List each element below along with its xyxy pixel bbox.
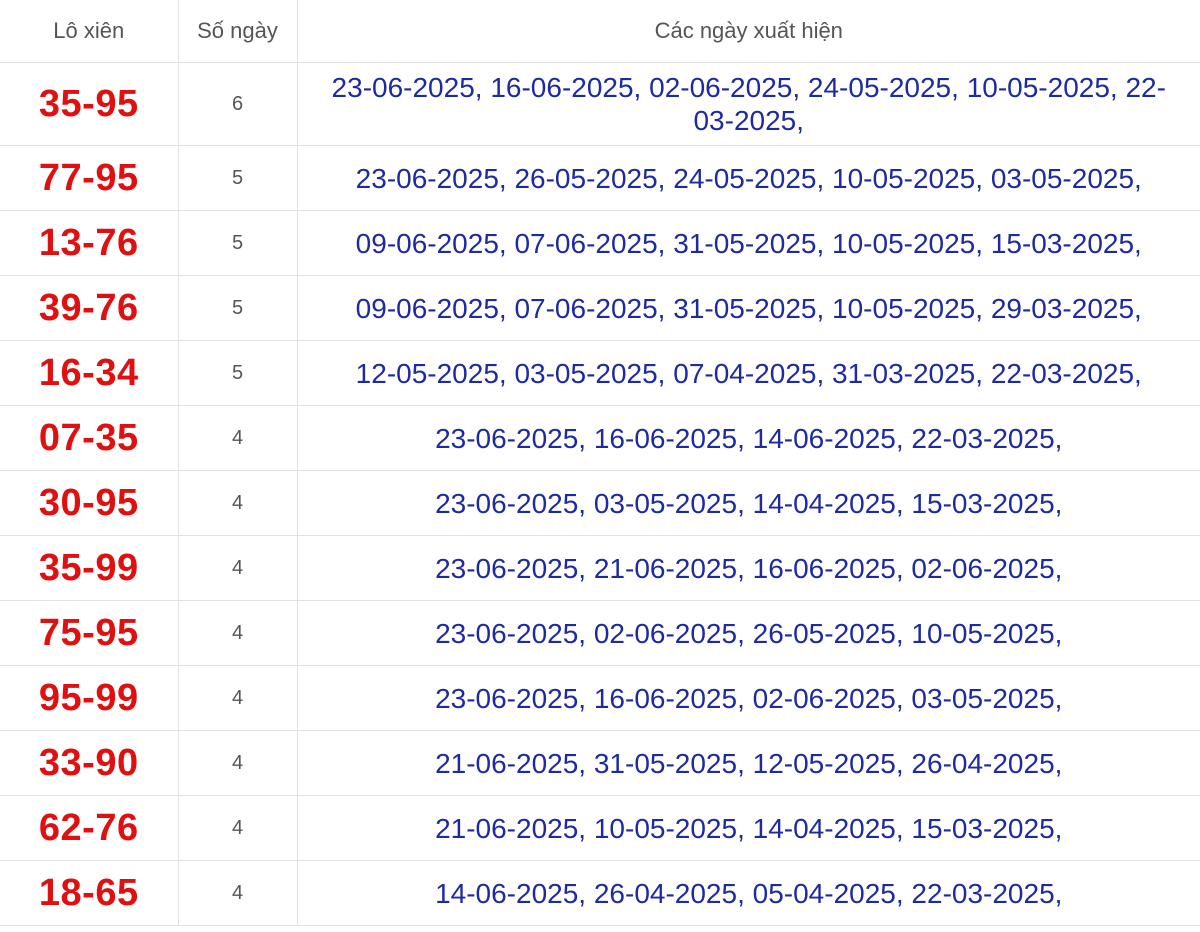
dates-value: 23-06-2025, 16-06-2025, 02-06-2025, 03-0…: [297, 665, 1200, 731]
pair-value: 07-35: [0, 405, 179, 471]
header-count: Số ngày: [178, 0, 298, 63]
dates-value: 21-06-2025, 31-05-2025, 12-05-2025, 26-0…: [297, 730, 1200, 796]
table-row: 07-35 4 23-06-2025, 16-06-2025, 14-06-20…: [0, 405, 1200, 471]
dates-value: 23-06-2025, 26-05-2025, 24-05-2025, 10-0…: [297, 145, 1200, 211]
header-dates: Các ngày xuất hiện: [297, 0, 1200, 63]
pair-value: 35-99: [0, 535, 179, 601]
pair-value: 18-65: [0, 860, 179, 926]
table-row: 16-34 5 12-05-2025, 03-05-2025, 07-04-20…: [0, 340, 1200, 406]
table-row: 77-95 5 23-06-2025, 26-05-2025, 24-05-20…: [0, 145, 1200, 211]
pair-value: 77-95: [0, 145, 179, 211]
pair-value: 16-34: [0, 340, 179, 406]
table-row: 13-76 5 09-06-2025, 07-06-2025, 31-05-20…: [0, 210, 1200, 276]
pair-value: 39-76: [0, 275, 179, 341]
count-value: 5: [178, 210, 298, 276]
table-row: 35-99 4 23-06-2025, 21-06-2025, 16-06-20…: [0, 535, 1200, 601]
dates-value: 23-06-2025, 21-06-2025, 16-06-2025, 02-0…: [297, 535, 1200, 601]
pair-value: 33-90: [0, 730, 179, 796]
dates-value: 09-06-2025, 07-06-2025, 31-05-2025, 10-0…: [297, 210, 1200, 276]
pair-value: 75-95: [0, 600, 179, 666]
count-value: 4: [178, 470, 298, 536]
header-pair: Lô xiên: [0, 0, 179, 63]
dates-value: 23-06-2025, 02-06-2025, 26-05-2025, 10-0…: [297, 600, 1200, 666]
count-value: 4: [178, 795, 298, 861]
lo-xien-table: Lô xiên Số ngày Các ngày xuất hiện 35-95…: [0, 0, 1200, 926]
count-value: 4: [178, 860, 298, 926]
table-row: 39-76 5 09-06-2025, 07-06-2025, 31-05-20…: [0, 275, 1200, 341]
pair-value: 13-76: [0, 210, 179, 276]
count-value: 4: [178, 405, 298, 471]
dates-value: 23-06-2025, 03-05-2025, 14-04-2025, 15-0…: [297, 470, 1200, 536]
dates-value: 12-05-2025, 03-05-2025, 07-04-2025, 31-0…: [297, 340, 1200, 406]
table-row: 30-95 4 23-06-2025, 03-05-2025, 14-04-20…: [0, 470, 1200, 536]
dates-value: 23-06-2025, 16-06-2025, 02-06-2025, 24-0…: [297, 62, 1200, 146]
pair-value: 35-95: [0, 62, 179, 146]
count-value: 5: [178, 275, 298, 341]
dates-value: 23-06-2025, 16-06-2025, 14-06-2025, 22-0…: [297, 405, 1200, 471]
count-value: 4: [178, 600, 298, 666]
dates-value: 21-06-2025, 10-05-2025, 14-04-2025, 15-0…: [297, 795, 1200, 861]
dates-value: 09-06-2025, 07-06-2025, 31-05-2025, 10-0…: [297, 275, 1200, 341]
table-row: 35-95 6 23-06-2025, 16-06-2025, 02-06-20…: [0, 62, 1200, 146]
count-value: 5: [178, 145, 298, 211]
count-value: 4: [178, 665, 298, 731]
pair-value: 62-76: [0, 795, 179, 861]
table-row: 62-76 4 21-06-2025, 10-05-2025, 14-04-20…: [0, 795, 1200, 861]
dates-value: 14-06-2025, 26-04-2025, 05-04-2025, 22-0…: [297, 860, 1200, 926]
count-value: 4: [178, 730, 298, 796]
count-value: 5: [178, 340, 298, 406]
pair-value: 30-95: [0, 470, 179, 536]
count-value: 4: [178, 535, 298, 601]
count-value: 6: [178, 62, 298, 146]
table-row: 95-99 4 23-06-2025, 16-06-2025, 02-06-20…: [0, 665, 1200, 731]
table-row: 18-65 4 14-06-2025, 26-04-2025, 05-04-20…: [0, 860, 1200, 926]
table-header-row: Lô xiên Số ngày Các ngày xuất hiện: [0, 0, 1200, 63]
table-row: 75-95 4 23-06-2025, 02-06-2025, 26-05-20…: [0, 600, 1200, 666]
pair-value: 95-99: [0, 665, 179, 731]
table-row: 33-90 4 21-06-2025, 31-05-2025, 12-05-20…: [0, 730, 1200, 796]
